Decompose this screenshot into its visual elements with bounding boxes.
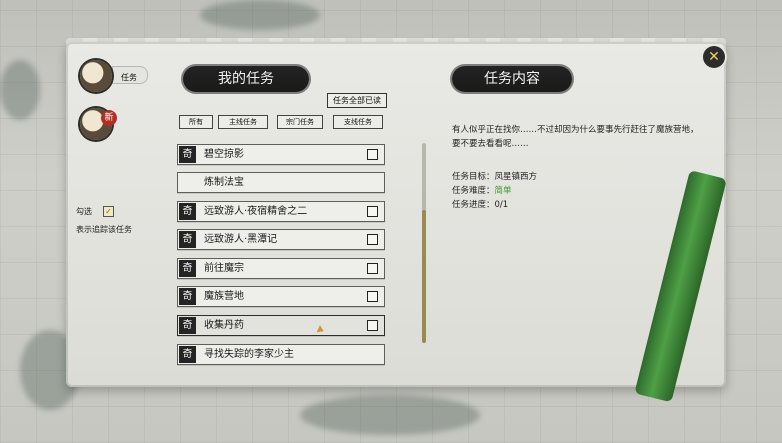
quest-progress-label: 任务进度： <box>452 200 495 210</box>
track-checkbox[interactable] <box>367 206 378 217</box>
mark-all-read-button[interactable]: 任务全部已读 <box>327 93 387 108</box>
quest-difficulty-line: 任务难度：简单 <box>452 184 512 196</box>
quest-type-icon: 奇 <box>179 317 196 334</box>
map-river <box>300 395 480 435</box>
quest-name: 炼制法宝 <box>204 177 244 188</box>
quest-difficulty-value: 简单 <box>494 186 512 196</box>
quest-name: 远致游人·黑潭记 <box>204 234 278 245</box>
quest-scroll-icon[interactable] <box>80 60 112 92</box>
track-checkbox[interactable] <box>367 234 378 245</box>
track-legend-desc: 表示追踪该任务 <box>76 225 132 234</box>
quest-row[interactable]: 奇 远致游人·黑潭记 <box>177 229 385 250</box>
quest-row[interactable]: 奇 寻找失踪的李家少主 <box>177 344 385 365</box>
quest-panel <box>66 42 726 387</box>
quest-row[interactable]: 奇 远致游人·夜宿精舍之二 <box>177 201 385 222</box>
track-checkbox[interactable] <box>367 291 378 302</box>
quest-row-selected[interactable]: 奇 收集丹药 <box>177 315 385 336</box>
quest-type-icon: 奇 <box>179 146 196 163</box>
track-checkbox[interactable] <box>367 149 378 160</box>
my-quests-title: 我的任务 <box>183 66 309 92</box>
quest-progress-value: 0/1 <box>494 200 509 210</box>
quest-goal-line: 任务目标：凤星镇西方 <box>452 170 537 182</box>
quest-name: 碧空掠影 <box>204 149 244 160</box>
quest-type-icon: 奇 <box>179 260 196 277</box>
close-icon[interactable]: ✕ <box>703 46 725 68</box>
quest-goal-value: 凤星镇西方 <box>494 172 538 182</box>
track-checkbox[interactable] <box>367 263 378 274</box>
quest-name: 魔族营地 <box>204 291 244 302</box>
quest-row[interactable]: 奇 魔族营地 <box>177 286 385 307</box>
quest-progress-line: 任务进度：0/1 <box>452 198 508 210</box>
quest-description: 有人似乎正在找你……不过却因为什么要事先行赶往了魔族营地，要不要去看看呢…… <box>452 125 699 149</box>
filter-tab-side[interactable]: 支线任务 <box>333 115 383 129</box>
quest-goal-label: 任务目标： <box>452 172 495 182</box>
map-mountain <box>200 0 320 30</box>
quest-type-icon: 奇 <box>179 231 196 248</box>
track-legend-label: 勾选 <box>76 207 92 216</box>
quest-name: 寻找失踪的李家少主 <box>204 349 294 360</box>
quest-list-scroll-thumb[interactable] <box>422 210 426 343</box>
track-checkbox[interactable] <box>367 320 378 331</box>
quest-type-icon: 奇 <box>179 346 196 363</box>
quest-name: 收集丹药 <box>204 320 244 331</box>
quest-detail-title: 任务内容 <box>452 66 572 92</box>
quest-difficulty-label: 任务难度： <box>452 186 495 196</box>
filter-tab-all[interactable]: 所有 <box>179 115 213 129</box>
map-mountain <box>0 60 40 120</box>
quest-name: 前往魔宗 <box>204 263 244 274</box>
filter-tab-main[interactable]: 主线任务 <box>218 115 268 129</box>
quest-row[interactable]: 奇 前往魔宗 <box>177 258 385 279</box>
quest-row[interactable]: 奇 碧空掠影 <box>177 144 385 165</box>
track-legend-check-icon: ✓ <box>103 206 114 217</box>
new-badge: 新 <box>101 110 117 126</box>
quest-type-icon: 奇 <box>179 203 196 220</box>
quest-type-icon: 奇 <box>179 288 196 305</box>
quest-name: 远致游人·夜宿精舍之二 <box>204 206 308 217</box>
filter-tab-sect[interactable]: 宗门任务 <box>277 115 323 129</box>
quest-row[interactable]: 炼制法宝 <box>177 172 385 193</box>
tab-quests-label: 任务 <box>121 73 137 82</box>
